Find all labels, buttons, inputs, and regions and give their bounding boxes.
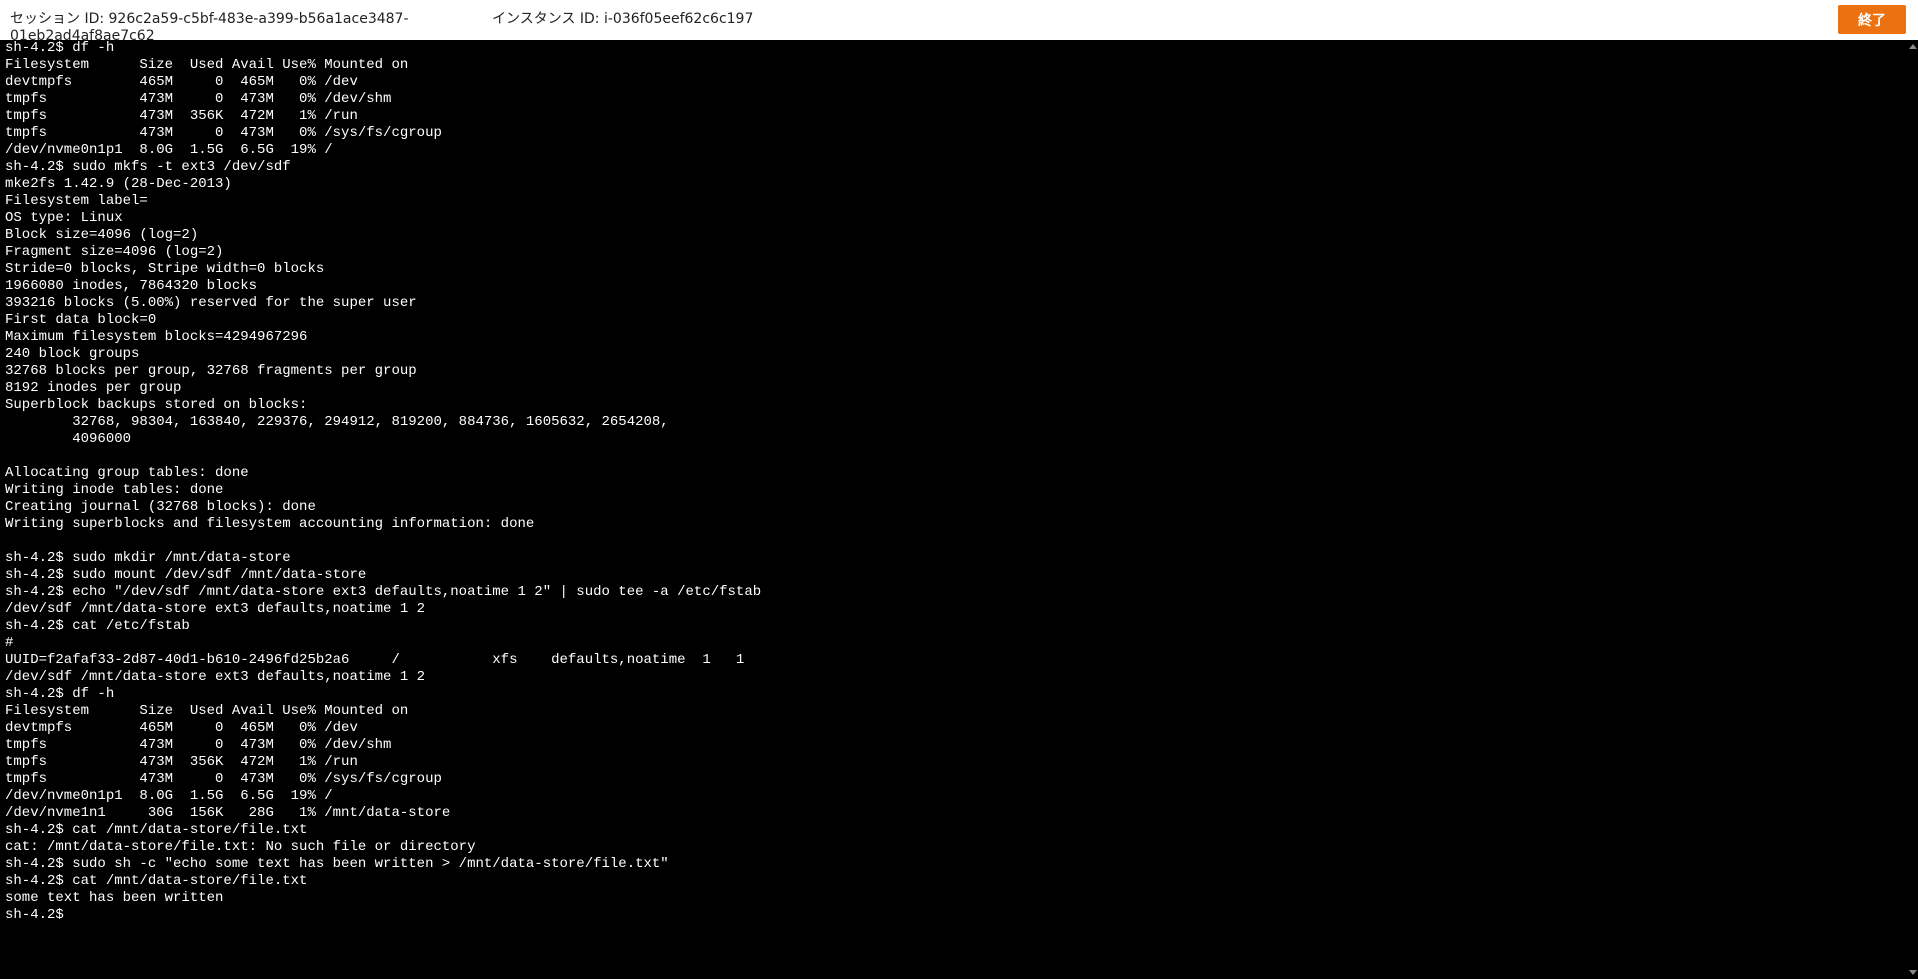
terminal-window[interactable]: sh-4.2$ df -h Filesystem Size Used Avail… (0, 40, 1918, 979)
terminate-button[interactable]: 終了 (1838, 5, 1906, 34)
session-id-label: セッション ID: 926c2a59-c5bf-483e-a399-b56a1a… (10, 11, 409, 40)
terminal-scrollbar[interactable] (1908, 40, 1918, 979)
terminal-output[interactable]: sh-4.2$ df -h Filesystem Size Used Avail… (0, 40, 1918, 924)
scroll-up-icon[interactable] (1909, 44, 1917, 49)
scroll-down-icon[interactable] (1909, 970, 1917, 975)
instance-id-label: インスタンス ID: i-036f05eef62c6c197 (492, 11, 754, 27)
session-header: セッション ID: 926c2a59-c5bf-483e-a399-b56a1a… (0, 0, 1918, 40)
